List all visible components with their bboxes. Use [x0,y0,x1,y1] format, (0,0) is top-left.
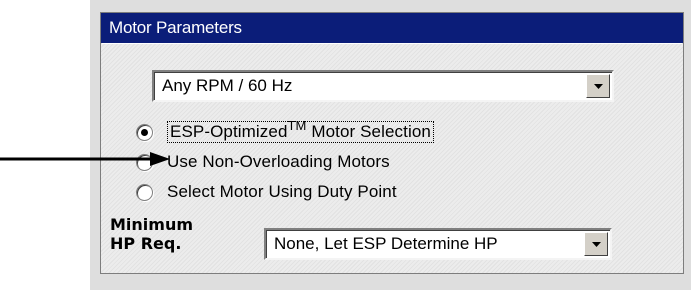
min-hp-label-line2: HP Req. [110,234,182,253]
radio-esp-optimized[interactable]: ESP-OptimizedTM Motor Selection [136,118,434,146]
trademark-superscript: TM [287,118,307,133]
min-hp-label: Minimum HP Req. [110,215,250,253]
radio-label-esp-optimized-suffix: Motor Selection [306,122,431,141]
radio-label-non-overloading: Use Non-Overloading Motors [167,152,390,171]
radio-label-esp-optimized: ESP-OptimizedTM Motor Selection [167,118,434,143]
min-hp-label-line1: Minimum [110,215,194,234]
speed-select[interactable]: Any RPM / 60 Hz [152,70,614,102]
chevron-down-icon [593,83,603,89]
panel-title: Motor Parameters [101,13,683,43]
min-hp-select[interactable]: None, Let ESP Determine HP [264,228,612,260]
radio-button-duty-point[interactable] [136,183,153,201]
min-hp-select-value: None, Let ESP Determine HP [274,234,498,253]
radio-label-esp-optimized-text: ESP-Optimized [170,122,288,141]
radio-duty-point[interactable]: Select Motor Using Duty Point [136,178,397,206]
speed-select-dropdown-button[interactable] [586,74,610,98]
min-hp-dropdown-button[interactable] [584,232,608,256]
arrow-right-icon [0,152,170,166]
speed-select-value: Any RPM / 60 Hz [162,76,293,95]
radio-label-duty-point: Select Motor Using Duty Point [167,182,397,201]
radio-button-esp-optimized[interactable] [136,123,153,141]
chevron-down-icon [591,241,601,247]
